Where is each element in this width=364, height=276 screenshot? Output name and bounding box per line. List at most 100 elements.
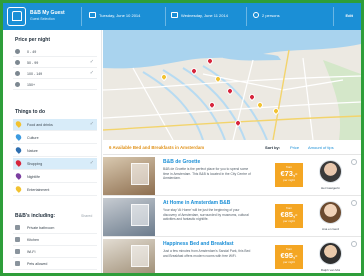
price-badge[interactable]: from €95,- per night (275, 245, 303, 269)
price-filter-row[interactable]: 0 - 49 (13, 47, 97, 57)
price-filter-label: 150+ (27, 82, 36, 87)
euro-icon (15, 71, 20, 76)
wifi-icon (15, 249, 20, 254)
price-filter-label: 50 - 99 (27, 60, 39, 65)
host-avatar[interactable] (319, 160, 342, 183)
checkmark-icon: ✓ (89, 121, 94, 127)
divider (165, 7, 166, 26)
listing-photo[interactable] (103, 239, 155, 273)
favorite-icon[interactable] (351, 241, 357, 247)
divider (246, 7, 247, 26)
filter-sidebar: Price per night 0 - 49 50 - 99 ✓ 100 - 149 ✓… (3, 30, 102, 273)
listing-description: Your stay 'At Home' will be just the beg… (163, 208, 249, 222)
activity-filter-label: Entertainment (27, 188, 50, 192)
room-window-shape (131, 245, 149, 267)
top-bar: B&B My Guest Guest Selection Tuesday, Ju… (3, 3, 361, 30)
date-to-field[interactable]: Wednesday, June 11 2014 (181, 13, 228, 18)
app-frame: B&B My Guest Guest Selection Tuesday, Ju… (3, 3, 361, 273)
amenity-filter-row[interactable]: Private bathroom (13, 223, 97, 234)
map-pin-icon (14, 132, 23, 141)
sort-by-price-link[interactable]: Price (290, 145, 299, 150)
price-badge[interactable]: from €85,- per night (275, 204, 303, 228)
home-logo-icon[interactable] (7, 7, 26, 26)
price-unit-label: per night (283, 219, 295, 223)
amenity-filter-row[interactable]: Pets allowed (13, 259, 97, 270)
user-icon (253, 12, 259, 18)
activity-filter-row[interactable]: Nature (13, 145, 97, 157)
listing-photo[interactable] (103, 157, 155, 195)
amenity-filter-row[interactable]: Kitchen (13, 235, 97, 246)
price-filter-row[interactable]: 50 - 99 ✓ (13, 58, 97, 68)
activity-filter-row[interactable]: Entertainment (13, 184, 97, 196)
amenity-filter-label: Private bathroom (27, 225, 55, 230)
sort-by-label: Sort by: (265, 145, 281, 150)
host-name: Ralph van Mol (320, 268, 341, 272)
host-name: Ana en Gerd (321, 227, 339, 231)
brand-subtitle: Guest Selection (30, 17, 55, 21)
activity-filter-row[interactable]: Nightlife (13, 171, 97, 183)
map-view[interactable] (103, 30, 361, 140)
listing-title[interactable]: B&B de Groette (163, 159, 200, 165)
city-map (103, 30, 361, 140)
divider (81, 7, 82, 26)
listing-title[interactable]: At Home in Amsterdam B&B (163, 200, 230, 206)
calendar-icon (89, 12, 96, 18)
euro-icon (15, 49, 20, 54)
activity-filter-row[interactable]: Shopping ✓ (13, 158, 97, 170)
price-filter-label: 100 - 149 (27, 71, 43, 76)
brand-name: B&B My Guest (30, 10, 65, 16)
results-header: 6 Available Bed and Breakfasts in Amster… (103, 141, 361, 155)
activity-filter-label: Shopping (27, 162, 43, 166)
activity-filter-row[interactable]: Food and drinks ✓ (13, 119, 97, 131)
things-section-title: Things to do (15, 109, 45, 115)
price-value: €73,- (280, 169, 298, 178)
activity-filter-label: Nature (27, 149, 38, 153)
checkmark-icon: ✓ (89, 59, 94, 65)
price-section-title: Price per night (15, 37, 51, 43)
activity-filter-row[interactable]: Culture (13, 132, 97, 144)
bb-section-title: B&B's including: (15, 213, 56, 219)
amenity-filter-label: Kitchen (27, 237, 39, 242)
price-filter-label: 0 - 49 (27, 49, 37, 54)
euro-icon (15, 82, 20, 87)
paw-icon (15, 261, 20, 266)
amenity-filter-row[interactable]: Wi-Fi (13, 247, 97, 258)
sort-by-tips-link[interactable]: Amount of tips (308, 145, 334, 150)
host-avatar[interactable] (319, 201, 342, 224)
host-name: Het Gastgezin (320, 186, 340, 190)
edit-button[interactable]: Edit (345, 13, 353, 18)
amenity-filter-label: Wi-Fi (27, 249, 36, 254)
results-title: 6 Available Bed and Breakfasts in Amster… (109, 145, 205, 150)
listing-description: B&B de Groette is the perfect place for … (163, 167, 251, 181)
checkmark-icon: ✓ (89, 70, 94, 76)
listing-card[interactable]: Happiness Bed and Breakfast Just a few mi… (103, 238, 361, 273)
shared-label: Shared (81, 214, 93, 218)
host-avatar[interactable] (319, 242, 342, 265)
listing-card[interactable]: At Home in Amsterdam B&B Your stay 'At Ho… (103, 197, 361, 237)
price-value: €85,- (280, 210, 298, 219)
listing-card[interactable]: B&B de Groette B&B de Groette is the perf… (103, 156, 361, 196)
listing-description: Just a few minutes from Amsterdam's Sand… (163, 249, 251, 258)
map-pin-icon (14, 119, 23, 128)
map-pin-icon (14, 184, 23, 193)
euro-icon (15, 60, 20, 65)
price-badge[interactable]: from €73,- per night (275, 163, 303, 187)
date-from-field[interactable]: Tuesday, June 10 2014 (99, 13, 140, 18)
checkmark-icon: ✓ (89, 160, 94, 166)
favorite-icon[interactable] (351, 200, 357, 206)
price-unit-label: per night (283, 260, 295, 264)
kitchen-icon (15, 237, 20, 242)
listing-title[interactable]: Happiness Bed and Breakfast (163, 241, 234, 247)
map-pin-icon (14, 145, 23, 154)
map-pin-icon (14, 158, 23, 167)
price-filter-row[interactable]: 100 - 149 ✓ (13, 69, 97, 79)
guests-field[interactable]: 2 persons (262, 13, 280, 18)
calendar-icon (171, 12, 178, 18)
listing-photo[interactable] (103, 198, 155, 236)
price-unit-label: per night (283, 178, 295, 182)
room-window-shape (131, 204, 149, 226)
favorite-icon[interactable] (351, 159, 357, 165)
bathtub-icon (15, 225, 20, 230)
price-filter-row[interactable]: 150+ (13, 80, 97, 90)
divider (333, 7, 334, 26)
